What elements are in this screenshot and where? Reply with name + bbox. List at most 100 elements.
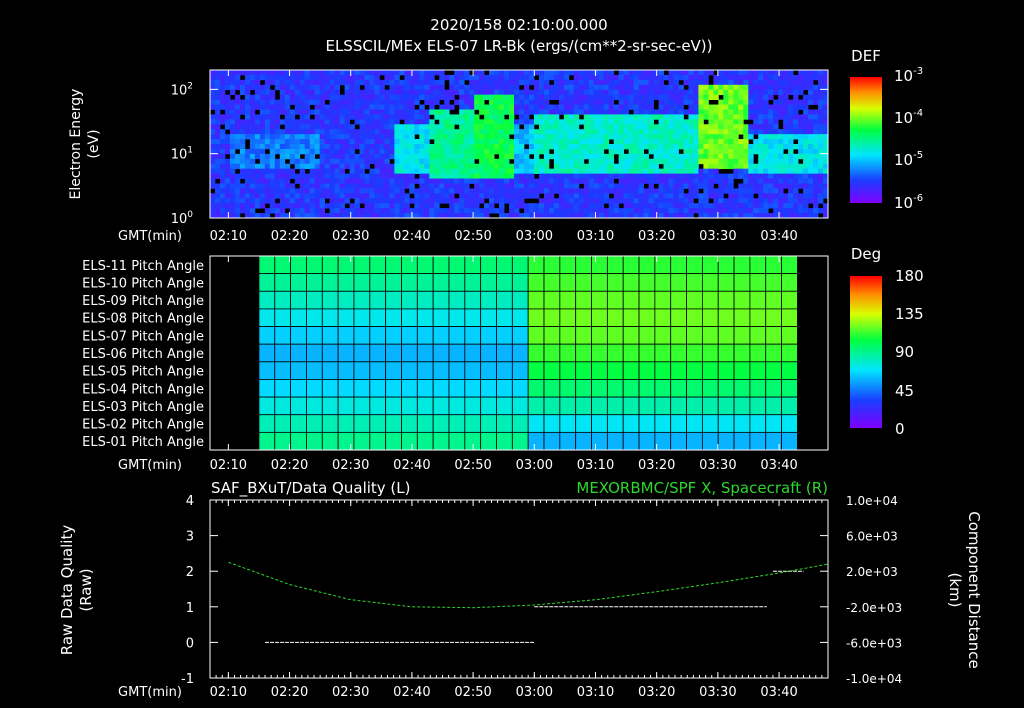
pitch-angle-cell [274,431,292,451]
spectrogram-cell [269,124,276,130]
spectrogram-cell [299,104,306,110]
pitch-angle-cell [274,273,292,292]
spectrogram-cell [613,203,620,209]
spectrogram-cell [219,89,226,96]
pitch-angle-cell [480,273,497,292]
spectrogram-cell [474,89,480,96]
spectrogram-cell [808,139,814,145]
spectrogram-cell [294,153,301,160]
spectrogram-cell [738,208,744,214]
spectrogram-cell [269,148,276,155]
spectrogram-cell [299,148,306,155]
pitch-angle-cell [575,379,592,398]
spectrogram-cell [434,173,440,179]
spectrogram-cell [319,124,326,130]
pitch-angle-cell [733,396,751,416]
spectrogram-cell [419,74,425,81]
spectrogram-cell [449,114,455,120]
spectrogram-cell [763,168,769,174]
spectrogram-cell [374,148,380,155]
spectrogram-cell [444,158,450,165]
pitch-angle-cell [781,290,798,310]
spectrogram-cell [294,124,301,130]
spectrogram-cell [718,153,724,160]
pitch-angle-cell [701,290,719,310]
spectrogram-cell [798,74,804,81]
spectrogram-cell [738,193,744,199]
spectrogram-cell [708,168,714,174]
spectrogram-cell [284,134,291,140]
spectrogram-cell [469,74,475,81]
spectrogram-cell [808,188,814,194]
spectrogram-cell [354,208,360,214]
spectrogram-cell [224,94,231,100]
spectrogram-cell [678,193,684,199]
spectrogram-cell [778,114,784,120]
spectrogram-cell [314,109,321,115]
spectrogram-cell [449,89,455,96]
pitch-angle-cell [306,290,323,310]
spectrogram-cell [748,104,754,110]
spectrogram-cell [783,193,789,199]
spectrogram-cell [319,70,326,76]
spectrogram-cell [499,183,505,189]
spectrogram-cell [349,129,355,135]
spectrogram-cell [558,198,565,204]
spectrogram-cell [668,139,674,145]
spectrogram-cell [299,109,306,115]
spectrogram-cell [419,173,425,179]
spectrogram-cell [449,168,455,174]
spectrogram-cell [344,134,350,140]
spectrogram-cell [244,109,251,115]
spectrogram-cell [778,84,784,91]
spectrogram-cell [773,153,779,160]
spectrogram-cell [693,119,699,125]
spectrogram-cell [643,134,649,140]
deg-colorbar-label: 0 [895,420,905,438]
spectrogram-cell [588,198,595,204]
spectrogram-cell [593,203,600,209]
spectrogram-cell [374,79,380,86]
spectrogram-cell [334,89,340,96]
pitch-angle-cell [765,308,782,327]
spectrogram-cell [219,183,226,189]
spectrogram-cell [224,158,231,165]
spectrogram-cell [454,84,460,91]
pitch-angle-cell [401,361,418,380]
spectrogram-cell [384,193,390,199]
spectrogram-cell [693,173,699,179]
spectrogram-cell [773,109,779,115]
spectrogram-cell [429,104,435,110]
spectrogram-cell [663,89,669,96]
pitch-angle-cell [385,361,402,380]
spectrogram-cell [678,70,684,76]
spectrogram-cell [319,153,326,160]
spectrogram-cell [803,70,809,76]
spectrogram-cell [324,178,331,184]
spectrogram-cell [638,173,644,179]
spectrogram-cell [728,173,734,179]
spectrogram-cell [783,203,789,209]
spectrogram-cell [668,84,674,91]
spectrogram-cell [299,134,306,140]
deg-colorbar-label: 90 [895,343,914,361]
spectrogram-cell [339,109,345,115]
spectrogram-cell [733,70,739,76]
spectrogram-cell [394,79,400,86]
spectrogram-x-tick-label: 02:30 [332,229,369,244]
spectrogram-cell [753,114,759,120]
spectrogram-cell [454,203,460,209]
spectrogram-cell [688,198,694,204]
spectrogram-cell [294,74,301,81]
spectrogram-cell [578,104,585,110]
spectrogram-cell [723,99,729,105]
spectrogram-cell [538,139,545,145]
pitch-angle-cell [464,290,482,310]
pitch-angle-cell [258,431,276,451]
spectrogram-cell [743,193,749,199]
spectrogram-cell [583,119,590,125]
spectrogram-cell [489,114,495,120]
spectrogram-cell [578,70,585,76]
spectrogram-cell [683,148,689,155]
pitch-angle-cell [670,431,687,451]
